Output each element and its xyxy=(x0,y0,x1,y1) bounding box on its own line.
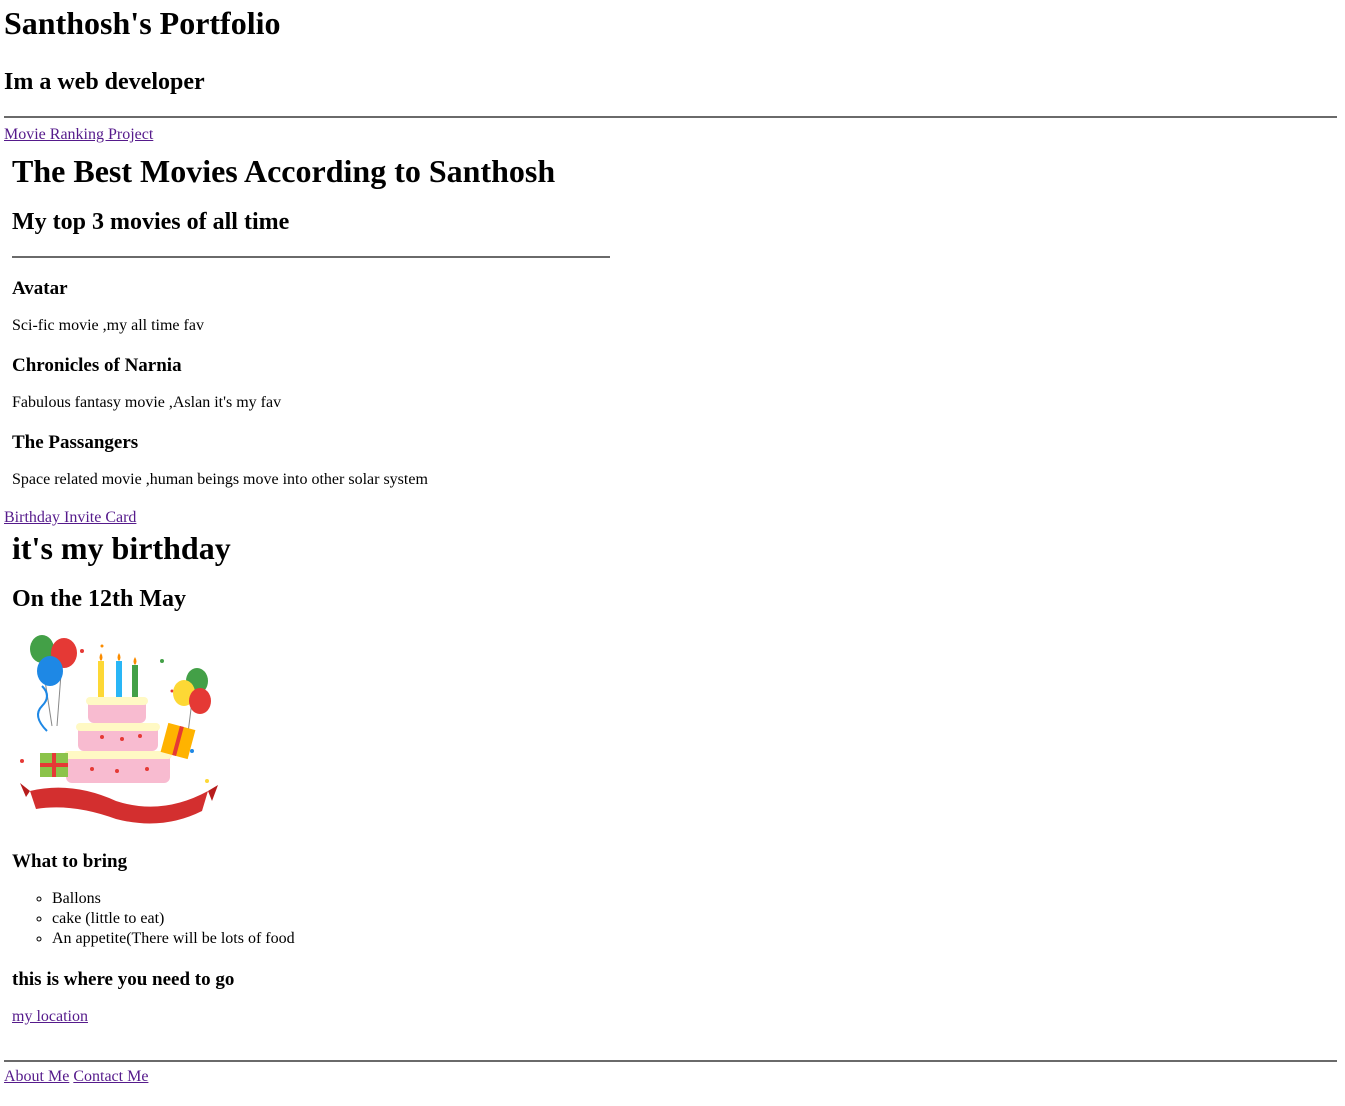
movies-title: The Best Movies According to Santhosh xyxy=(12,153,556,189)
birthday-cake-image xyxy=(20,635,218,824)
birthday-title: it's my birthday xyxy=(12,530,231,566)
birthday-invite-link[interactable]: Birthday Invite Card xyxy=(4,509,136,526)
movie-desc-avatar: Sci-fic movie ,my all time fav xyxy=(12,317,204,334)
movie-desc-passangers: Space related movie ,human beings move i… xyxy=(12,471,428,488)
birthday-date: On the 12th May xyxy=(12,586,186,612)
birthday-section: it's my birthday On the 12th May What to… xyxy=(4,529,1337,1026)
list-item: Ballons xyxy=(52,889,1337,909)
movie-title-avatar: Avatar xyxy=(12,278,68,299)
movie-desc-narnia: Fabulous fantasy movie ,Aslan it's my fa… xyxy=(12,394,282,411)
movies-subtitle: My top 3 movies of all time xyxy=(12,209,290,235)
movie-title-narnia: Chronicles of Narnia xyxy=(12,355,182,376)
page-subtitle: Im a web developer xyxy=(4,69,205,95)
movies-section: The Best Movies According to Santhosh My… xyxy=(4,152,1337,489)
about-me-link[interactable]: About Me xyxy=(4,1068,69,1085)
my-location-link[interactable]: my location xyxy=(12,1008,88,1025)
list-item: An appetite(There will be lots of food xyxy=(52,929,1337,949)
footer-nav: About Me Contact Me xyxy=(4,1068,1337,1086)
divider-bottom xyxy=(4,1060,1337,1062)
contact-me-link[interactable]: Contact Me xyxy=(73,1068,148,1085)
bring-heading: What to bring xyxy=(12,851,128,872)
movies-divider xyxy=(12,256,610,258)
bring-list: Ballons cake (little to eat) An appetite… xyxy=(12,889,1337,949)
movie-ranking-link[interactable]: Movie Ranking Project xyxy=(4,126,153,143)
divider-top xyxy=(4,116,1337,118)
location-heading: this is where you need to go xyxy=(12,969,235,990)
movie-title-passangers: The Passangers xyxy=(12,432,139,453)
page-title: Santhosh's Portfolio xyxy=(4,5,281,41)
list-item: cake (little to eat) xyxy=(52,909,1337,929)
